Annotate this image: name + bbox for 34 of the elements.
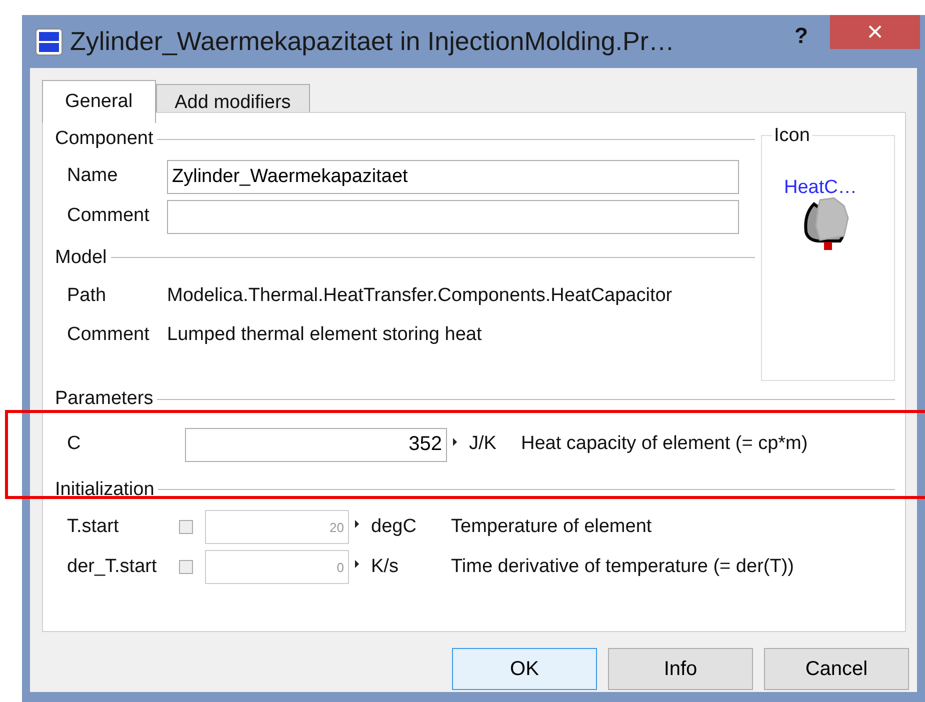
arrow-icon[interactable]	[355, 560, 359, 568]
field-value: Modelica.Thermal.HeatTransfer.Components.HeatCapacitor	[167, 284, 672, 308]
unit-label: degC	[371, 514, 418, 539]
field-label: Path	[67, 284, 108, 308]
arrow-icon[interactable]	[355, 520, 359, 528]
unit-label: J/K	[469, 432, 498, 456]
dialog-button[interactable]: Info	[608, 648, 753, 690]
parameter-description: Time derivative of temperature (= der(T))	[451, 554, 794, 579]
value-field[interactable]: 352	[185, 428, 447, 462]
field-label: Comment	[67, 204, 150, 228]
parameter-name: T.start	[67, 514, 120, 539]
arrow-icon[interactable]	[453, 438, 457, 446]
text-field[interactable]	[167, 200, 739, 234]
field-value: Lumped thermal element storing heat	[167, 322, 482, 346]
parameter-name: der_T.start	[67, 554, 158, 579]
group-heading: Model	[55, 246, 107, 270]
parameter-name: C	[67, 432, 82, 456]
dialog-button[interactable]: OK	[452, 648, 597, 690]
tab[interactable]: General	[42, 80, 156, 122]
field-label: Name	[67, 164, 119, 188]
window-icon	[34, 26, 64, 56]
parameter-description: Temperature of element	[451, 514, 652, 539]
field-label: Comment	[67, 322, 150, 346]
parameter-description: Heat capacity of element (= cp*m)	[521, 432, 808, 456]
group-heading: Initialization	[55, 478, 154, 502]
icon-label: HeatC…	[784, 176, 857, 200]
group-heading: Parameters	[55, 387, 154, 411]
close-button[interactable]: ×	[830, 15, 920, 49]
unit-label: K/s	[371, 554, 400, 579]
dialog-button[interactable]: Cancel	[764, 648, 909, 690]
text-field[interactable]: Zylinder_Waermekapazitaet	[167, 160, 739, 194]
window-title: Zylinder_Waermekapazitaet in InjectionMolding.Pr…	[70, 25, 675, 58]
help-button[interactable]: ?	[794, 19, 808, 52]
group-heading: Component	[55, 127, 154, 151]
